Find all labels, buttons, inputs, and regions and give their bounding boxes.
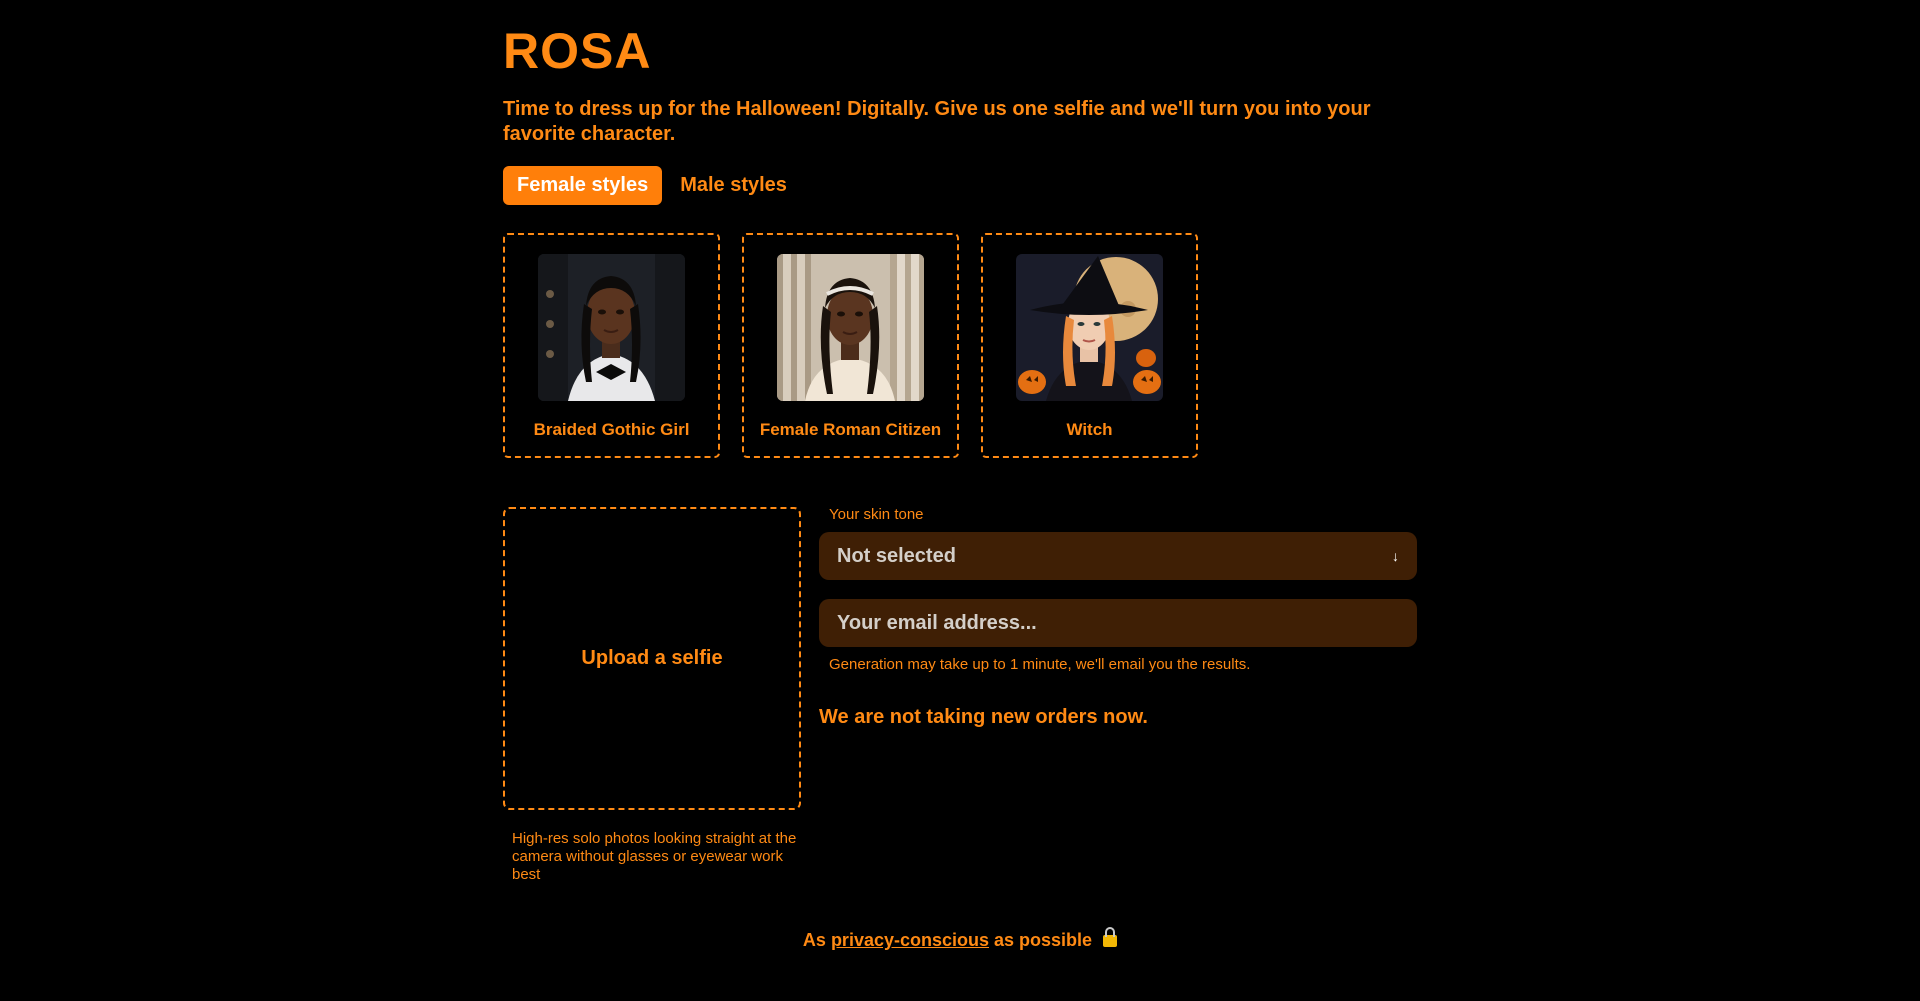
female-roman-citizen-thumbnail xyxy=(777,254,924,401)
style-label: Female Roman Citizen xyxy=(759,420,942,439)
style-card-braided-gothic-girl[interactable]: Braided Gothic Girl xyxy=(503,233,720,458)
email-field[interactable] xyxy=(819,599,1417,647)
footer: As privacy-conscious as possible xyxy=(0,927,1920,951)
tagline: Time to dress up for the Halloween! Digi… xyxy=(503,98,1371,145)
upload-hint: High-res solo photos looking straight at… xyxy=(512,830,797,883)
braided-gothic-girl-thumbnail xyxy=(538,254,685,401)
brand-title: ROSA xyxy=(503,23,652,79)
style-card-female-roman-citizen[interactable]: Female Roman Citizen xyxy=(742,233,959,458)
tab-male-styles[interactable]: Male styles xyxy=(666,166,801,205)
generation-note: Generation may take up to 1 minute, we'l… xyxy=(829,656,1251,673)
footer-suffix: as possible xyxy=(994,930,1093,950)
lock-icon xyxy=(1103,927,1118,947)
page: ROSA Time to dress up for the Halloween!… xyxy=(0,0,1920,1001)
witch-thumbnail xyxy=(1016,254,1163,401)
footer-prefix: As xyxy=(802,930,826,950)
status-message: We are not taking new orders now. xyxy=(819,706,1148,728)
skin-tone-label: Your skin tone xyxy=(829,506,924,523)
tab-female-styles[interactable]: Female styles xyxy=(503,166,663,205)
privacy-link[interactable]: privacy-conscious xyxy=(831,930,989,950)
style-grid: Braided Gothic Girl Female Roman Citizen… xyxy=(503,233,1198,458)
upload-selfie-label: Upload a selfie xyxy=(581,647,723,669)
order-form: Your skin tone Not selected ↓ Generation… xyxy=(819,506,1417,729)
upload-selfie-dropzone[interactable]: Upload a selfie xyxy=(503,507,801,810)
style-label: Witch xyxy=(1066,420,1113,439)
style-label: Braided Gothic Girl xyxy=(533,420,690,439)
arrow-down-icon: ↓ xyxy=(1392,548,1399,564)
style-card-witch[interactable]: Witch xyxy=(981,233,1198,458)
skin-tone-value: Not selected xyxy=(837,544,956,567)
skin-tone-select[interactable]: Not selected ↓ xyxy=(819,532,1417,580)
style-tabs: Female styles Male styles xyxy=(503,166,801,205)
